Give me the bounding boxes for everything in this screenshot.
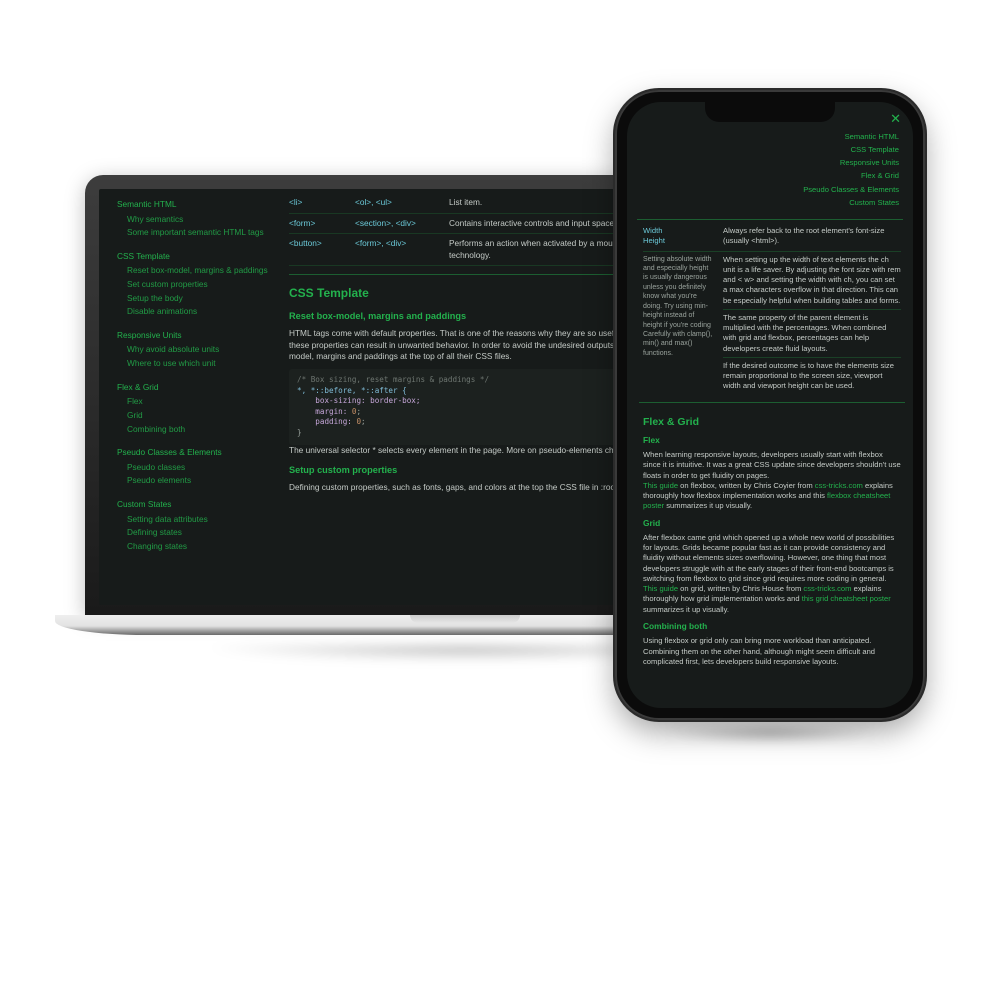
nav-section-css-template: CSS Template Reset box-model, margins & … (117, 251, 279, 318)
nav-sub[interactable]: Where to use which unit (117, 358, 279, 370)
text: on flexbox, written by Chris Coyier from (678, 481, 815, 490)
section-divider (637, 219, 903, 220)
tag-parent: <form>, <div> (355, 238, 443, 261)
nav-head-css-template[interactable]: CSS Template (117, 251, 279, 263)
phone-shadow (600, 728, 940, 778)
link-this-guide-flex[interactable]: This guide (643, 481, 678, 490)
phone-nav-item[interactable]: Custom States (627, 198, 899, 208)
unit-desc: Always refer back to the root element's … (723, 226, 901, 247)
subheading-flex: Flex (643, 435, 901, 446)
nav-head-responsive-units[interactable]: Responsive Units (117, 330, 279, 342)
code-value: 0 (356, 417, 361, 426)
tag-element: <form> (289, 218, 349, 230)
paragraph: When learning responsive layouts, develo… (643, 450, 901, 481)
nav-sub[interactable]: Changing states (117, 541, 279, 553)
row-divider (643, 251, 901, 252)
nav-section-pseudo: Pseudo Classes & Elements Pseudo classes… (117, 447, 279, 487)
unit-desc: The same property of the parent element … (723, 313, 901, 354)
row-divider (723, 357, 901, 358)
heading-flex-grid: Flex & Grid (643, 415, 901, 429)
link-this-guide-grid[interactable]: This guide (643, 584, 678, 593)
nav-sub[interactable]: Pseudo classes (117, 462, 279, 474)
unit-desc: When setting up the width of text elemen… (723, 255, 901, 306)
nav-section-semantic-html: Semantic HTML Why semantics Some importa… (117, 199, 279, 239)
link-css-tricks[interactable]: css-tricks.com (803, 584, 851, 593)
link-grid-poster[interactable]: this grid cheatsheet poster (802, 594, 891, 603)
sidebar-nav: Semantic HTML Why semantics Some importa… (99, 189, 289, 605)
nav-sub[interactable]: Combining both (117, 424, 279, 436)
nav-head-flex-grid[interactable]: Flex & Grid (117, 382, 279, 394)
nav-sub[interactable]: Why avoid absolute units (117, 344, 279, 356)
phone-mockup: ✕ Semantic HTML CSS Template Responsive … (615, 90, 925, 740)
paragraph: This guide on flexbox, written by Chris … (643, 481, 901, 512)
phone-nav-item[interactable]: CSS Template (627, 145, 899, 155)
nav-head-custom-states[interactable]: Custom States (117, 499, 279, 511)
paragraph: After flexbox came grid which opened up … (643, 533, 901, 584)
nav-head-semantic-html[interactable]: Semantic HTML (117, 199, 279, 211)
phone-content-wrapper: ✕ Semantic HTML CSS Template Responsive … (627, 102, 913, 708)
nav-sub[interactable]: Some important semantic HTML tags (117, 227, 279, 239)
code-line: box-sizing: border-box; (315, 396, 420, 405)
phone-nav-item[interactable]: Flex & Grid (627, 171, 899, 181)
nav-sub[interactable]: Pseudo elements (117, 475, 279, 487)
link-css-tricks[interactable]: css-tricks.com (815, 481, 863, 490)
code-comment: /* Box sizing, reset margins & paddings … (297, 375, 489, 384)
phone-nav-item[interactable]: Semantic HTML (627, 132, 899, 142)
tag-element: <button> (289, 238, 349, 261)
nav-section-responsive-units: Responsive Units Why avoid absolute unit… (117, 330, 279, 370)
tag-element: <li> (289, 197, 349, 209)
unit-name: Width Height (643, 226, 715, 247)
unit-note: Setting absolute width and especially he… (643, 255, 715, 392)
subheading-combining: Combining both (643, 621, 901, 632)
unit-desc: If the desired outcome is to have the el… (723, 361, 901, 392)
nav-section-flex-grid: Flex & Grid Flex Grid Combining both (117, 382, 279, 435)
code-close: } (297, 428, 302, 437)
nav-sub[interactable]: Set custom properties (117, 279, 279, 291)
phone-nav: Semantic HTML CSS Template Responsive Un… (627, 132, 913, 218)
phone-screen: ✕ Semantic HTML CSS Template Responsive … (627, 102, 913, 708)
text: summarizes it up visually. (643, 605, 729, 614)
tag-parent: <section>, <div> (355, 218, 443, 230)
phone-nav-item[interactable]: Responsive Units (627, 158, 899, 168)
nav-sub[interactable]: Reset box-model, margins & paddings (117, 265, 279, 277)
nav-sub[interactable]: Disable animations (117, 306, 279, 318)
code-line: margin: (315, 407, 347, 416)
nav-sub[interactable]: Why semantics (117, 214, 279, 226)
nav-sub[interactable]: Setting data attributes (117, 514, 279, 526)
paragraph: This guide on grid, written by Chris Hou… (643, 584, 901, 615)
phone-bezel: ✕ Semantic HTML CSS Template Responsive … (615, 90, 925, 720)
table-row: Setting absolute width and especially he… (643, 255, 901, 392)
text: summarizes it up visually. (664, 501, 752, 510)
section-divider (639, 402, 905, 403)
tag-parent: <ol>, <ul> (355, 197, 443, 209)
code-value: 0 (352, 407, 357, 416)
phone-article: Width Height Always refer back to the ro… (627, 226, 913, 708)
nav-head-pseudo[interactable]: Pseudo Classes & Elements (117, 447, 279, 459)
table-row: Width Height Always refer back to the ro… (643, 226, 901, 247)
text: on grid, written by Chris House from (678, 584, 803, 593)
nav-section-custom-states: Custom States Setting data attributes De… (117, 499, 279, 552)
phone-nav-item[interactable]: Pseudo Classes & Elements (627, 185, 899, 195)
nav-sub[interactable]: Defining states (117, 527, 279, 539)
paragraph: Using flexbox or grid only can bring mor… (643, 636, 901, 667)
code-line: padding: (315, 417, 352, 426)
phone-notch (705, 100, 835, 122)
nav-sub[interactable]: Grid (117, 410, 279, 422)
row-divider (723, 309, 901, 310)
subheading-grid: Grid (643, 518, 901, 529)
nav-sub[interactable]: Setup the body (117, 293, 279, 305)
nav-sub[interactable]: Flex (117, 396, 279, 408)
code-selector: *, *::before, *::after { (297, 386, 407, 395)
